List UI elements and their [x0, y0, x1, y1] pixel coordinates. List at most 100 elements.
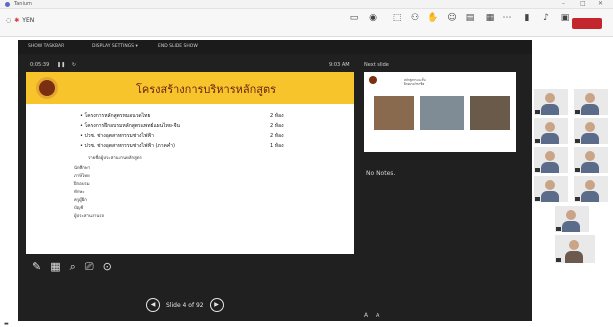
rooms-icon: ▦ [485, 13, 495, 23]
toolbar-button-more[interactable]: ⋯ [498, 13, 516, 23]
participant-body [541, 133, 559, 144]
record-icon: ◉ [369, 13, 377, 23]
slide-bullet: • ปวช. ช่างอุตสาหกรรมช่างไฟฟ้า 2 ห้อง [80, 133, 284, 139]
toolbar-button-camera[interactable]: ▮ [518, 13, 536, 23]
toolbar-button-layout[interactable]: ▭ [345, 13, 363, 23]
current-slide: โครงสร้างการบริหารหลักสูตร • โครงการหลัก… [26, 72, 354, 254]
corner-indicator: ▬ [4, 321, 9, 327]
participant-tile[interactable] [555, 235, 595, 263]
toolbar-button-hand[interactable]: ✋ [424, 13, 442, 23]
favorite-icon[interactable]: ✱ [14, 17, 19, 24]
maximize-button[interactable]: □ [580, 0, 586, 7]
slide-grid-icon[interactable]: ▦ [50, 260, 60, 274]
slide-sub-item: ผู้ประสานงานรถ [74, 214, 105, 219]
next-slide-preview[interactable]: หลักสูตรระยะสั้น ฝึกอบรมวิชาชีพ [364, 72, 516, 152]
participant-body [541, 104, 559, 115]
avatar [566, 210, 576, 220]
mute-icon [575, 110, 580, 114]
participant-body [562, 221, 580, 232]
show-taskbar-button[interactable]: SHOW TASKBAR [28, 44, 64, 49]
subtitles-icon[interactable]: ⎚ [85, 260, 94, 274]
avatar [569, 240, 579, 250]
avatar [545, 180, 555, 190]
minimize-button[interactable]: – [562, 0, 565, 7]
avatar [545, 122, 555, 132]
pause-icon[interactable]: ❚❚ [57, 62, 65, 68]
title-bar: Tanium – □ ✕ [0, 0, 613, 9]
slide-bullet: • ปวช. ช่างอุตสาหกรรมช่างไฟฟ้า (ภาคค่ำ) 1… [80, 143, 284, 149]
leave-button[interactable] [572, 18, 602, 29]
next-slide-logo [369, 76, 377, 84]
avatar [585, 93, 595, 103]
toolbar-button-view[interactable]: ▤ [461, 13, 479, 23]
participant-tile[interactable] [555, 206, 589, 232]
slide-title: โครงสร้างการบริหารหลักสูตร [135, 83, 277, 96]
mute-icon [535, 197, 540, 201]
people-icon: ⚇ [410, 13, 420, 23]
presenter-taskbar: SHOW TASKBAR DISPLAY SETTINGS ▾ END SLID… [18, 40, 532, 54]
previous-slide-button[interactable]: ◀ [146, 298, 160, 312]
toolbar-button-people[interactable]: ⚇ [406, 13, 424, 23]
meeting-info: ◌ ✱ YEN [6, 17, 34, 24]
increase-font-button[interactable]: A [364, 312, 368, 319]
participant-tile[interactable] [534, 176, 568, 202]
participant-body [541, 191, 559, 202]
mute-icon [556, 227, 561, 231]
camera-icon: ▮ [524, 13, 530, 23]
slide-sub-item: บัญชี [74, 206, 84, 211]
more-options-icon[interactable]: ⊙ [103, 260, 112, 274]
mute-icon [575, 197, 580, 201]
toolbar-button-record[interactable]: ◉ [364, 13, 382, 23]
next-slide-title: หลักสูตรระยะสั้น ฝึกอบรมวิชาชีพ [404, 78, 426, 86]
meeting-name: YEN [22, 17, 35, 24]
slide-sub-item: ฝึกอบรม [74, 182, 90, 187]
participant-tile[interactable] [574, 89, 608, 115]
close-button[interactable]: ✕ [598, 0, 603, 7]
slide-navigation: ◀ Slide 4 of 92 ▶ [146, 298, 224, 312]
slide-sub-item: ทักษะ [74, 190, 85, 195]
toolbar-button-mic[interactable]: ♪ [537, 13, 555, 23]
slide-bullet: • โครงการฝึกอบรมหลักสูตรแพทย์แผนไทย-จีน 2… [80, 123, 284, 129]
mute-icon [535, 168, 540, 172]
participant-body [581, 133, 599, 144]
clock: 9:03 AM [329, 62, 350, 68]
avatar [585, 180, 595, 190]
display-settings-button[interactable]: DISPLAY SETTINGS ▾ [92, 44, 138, 49]
toolbar-button-reactions[interactable]: ☺ [443, 13, 461, 23]
avatar [585, 122, 595, 132]
reset-icon[interactable]: ↻ [72, 62, 76, 68]
more-icon: ⋯ [502, 13, 512, 23]
avatar [545, 151, 555, 161]
hand-icon: ✋ [427, 13, 439, 23]
next-slide-button[interactable]: ▶ [209, 298, 224, 312]
decrease-font-button[interactable]: A [376, 313, 379, 319]
participant-body [565, 251, 583, 263]
pen-icon[interactable]: ✎ [32, 260, 41, 274]
slide-bullet: • โครงการหลักสูตรหมอนวดไทย 2 ห้อง [80, 113, 284, 119]
participant-tile[interactable] [574, 176, 608, 202]
participant-gallery [534, 86, 613, 327]
toolbar-button-rooms[interactable]: ▦ [481, 13, 499, 23]
slide-timer: 0:05:39 ❚❚ ↻ [30, 62, 77, 68]
participant-tile[interactable] [574, 118, 608, 144]
participant-tile[interactable] [534, 147, 568, 173]
slide-subtitle: รายชื่อผู้ประสานงานหลักสูตร [88, 156, 142, 161]
participant-tile[interactable] [534, 89, 568, 115]
mute-icon [575, 139, 580, 143]
zoom-icon[interactable]: ⌕ [70, 260, 76, 274]
shield-icon: ◌ [6, 17, 12, 24]
mic-icon: ♪ [543, 13, 549, 23]
slide-counter: Slide 4 of 92 [166, 301, 204, 309]
building-photo [470, 96, 510, 130]
participant-body [581, 162, 599, 173]
participant-tile[interactable] [534, 118, 568, 144]
toolbar-button-share[interactable]: ⬚ [388, 13, 406, 23]
next-slide-label: Next slide [364, 62, 389, 68]
slide-sub-item: ครูผู้ฝึก [74, 198, 87, 203]
slide-header: โครงสร้างการบริหารหลักสูตร [26, 72, 354, 104]
end-slide-show-button[interactable]: END SLIDE SHOW [158, 44, 198, 49]
participant-tile[interactable] [574, 147, 608, 173]
reactions-icon: ☺ [447, 13, 457, 23]
presenter-view: SHOW TASKBAR DISPLAY SETTINGS ▾ END SLID… [18, 40, 532, 321]
mute-icon [575, 168, 580, 172]
